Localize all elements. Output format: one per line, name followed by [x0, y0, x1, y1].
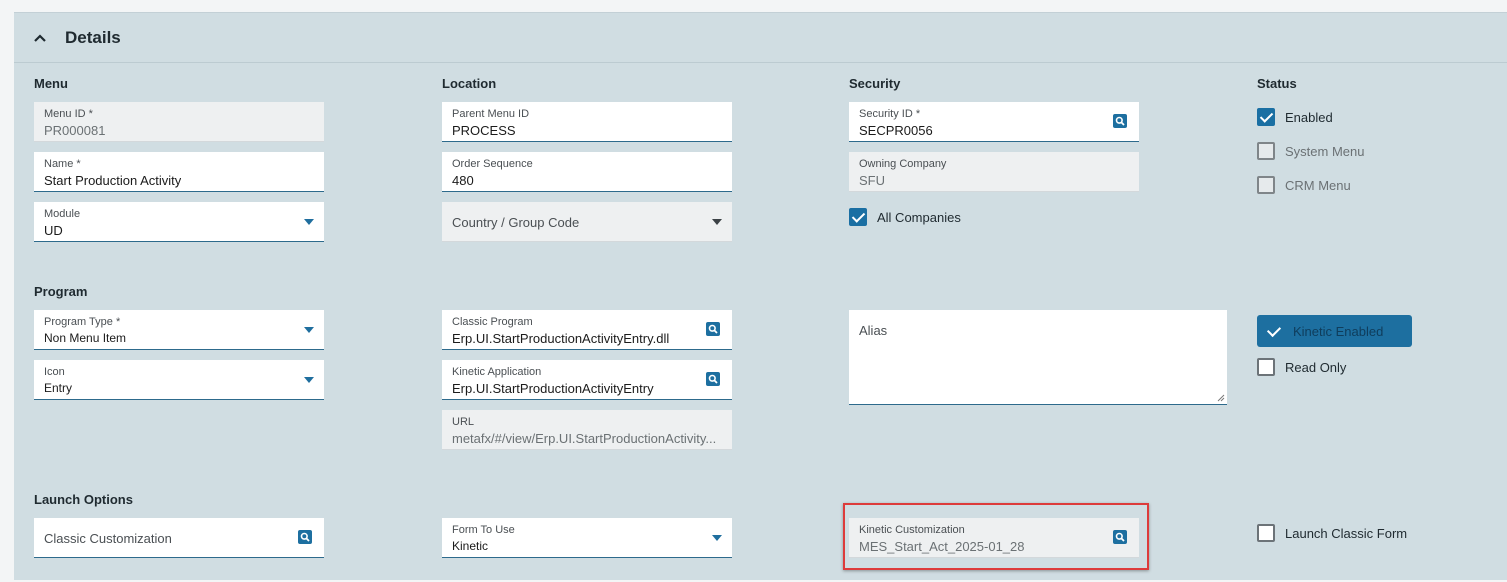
security-id-label: Security ID *: [859, 108, 921, 120]
form-to-use-value: Kinetic: [452, 539, 489, 553]
dropdown-arrow-icon[interactable]: [712, 219, 722, 225]
url-label: URL: [452, 416, 475, 428]
section-location: Location: [442, 76, 497, 91]
url-value: metafx/#/view/Erp.UI.StartProductionActi…: [452, 431, 717, 446]
name-label: Name *: [44, 158, 81, 170]
security-id-value[interactable]: SECPR0056: [859, 123, 933, 138]
launch-classic-form-label: Launch Classic Form: [1285, 525, 1408, 541]
icon-value: Entry: [44, 381, 73, 395]
read-only-checkbox-row[interactable]: Read Only: [1257, 357, 1346, 377]
order-sequence-value[interactable]: 480: [452, 173, 474, 188]
order-sequence-field[interactable]: Order Sequence 480: [442, 152, 732, 192]
parent-menu-id-field[interactable]: Parent Menu ID PROCESS: [442, 102, 732, 142]
classic-customization-field[interactable]: Classic Customization: [34, 518, 324, 558]
menu-id-value: PR000081: [44, 123, 106, 138]
icon-label: Icon: [44, 366, 65, 378]
kinetic-enabled-toggle[interactable]: Kinetic Enabled: [1257, 315, 1412, 347]
program-type-value: Non Menu Item: [44, 331, 127, 345]
search-icon[interactable]: [706, 322, 720, 336]
system-menu-checkbox-row: System Menu: [1257, 141, 1364, 161]
menu-id-label: Menu ID *: [44, 108, 93, 120]
module-dropdown[interactable]: Module UD: [34, 202, 324, 242]
crm-menu-checkbox-row: CRM Menu: [1257, 175, 1351, 195]
highlight-box: [843, 503, 1149, 570]
dropdown-arrow-icon[interactable]: [304, 327, 314, 333]
chevron-up-icon[interactable]: [32, 30, 48, 46]
search-icon[interactable]: [706, 372, 720, 386]
classic-program-value[interactable]: Erp.UI.StartProductionActivityEntry.dll: [452, 331, 669, 346]
form-to-use-dropdown[interactable]: Form To Use Kinetic: [442, 518, 732, 558]
crm-menu-checkbox: [1257, 176, 1275, 194]
alias-textarea[interactable]: Alias: [849, 310, 1227, 405]
checkmark-icon: [1266, 322, 1282, 337]
url-field: URL metafx/#/view/Erp.UI.StartProduction…: [442, 410, 732, 450]
parent-menu-id-value[interactable]: PROCESS: [452, 123, 516, 138]
section-program: Program: [34, 284, 88, 299]
all-companies-checkbox-row[interactable]: All Companies: [849, 207, 961, 227]
section-menu: Menu: [34, 76, 68, 91]
resize-grip-icon[interactable]: [1217, 394, 1225, 402]
search-icon[interactable]: [298, 530, 312, 544]
classic-program-field[interactable]: Classic Program Erp.UI.StartProductionAc…: [442, 310, 732, 350]
owning-company-label: Owning Company: [859, 158, 947, 170]
module-value: UD: [44, 223, 63, 238]
form-to-use-label: Form To Use: [452, 524, 515, 536]
owning-company-field: Owning Company SFU: [849, 152, 1139, 192]
program-type-dropdown[interactable]: Program Type * Non Menu Item: [34, 310, 324, 350]
read-only-checkbox[interactable]: [1257, 358, 1275, 376]
name-value[interactable]: Start Production Activity: [44, 173, 181, 188]
section-status: Status: [1257, 76, 1297, 91]
owning-company-value: SFU: [859, 173, 885, 188]
icon-dropdown[interactable]: Icon Entry: [34, 360, 324, 400]
section-security: Security: [849, 76, 901, 91]
crm-menu-label: CRM Menu: [1285, 177, 1351, 193]
country-group-code-dropdown[interactable]: Country / Group Code: [442, 202, 732, 242]
country-group-code-placeholder: Country / Group Code: [452, 215, 580, 230]
search-icon[interactable]: [1113, 114, 1127, 128]
kinetic-application-label: Kinetic Application: [452, 366, 542, 378]
section-launch-options: Launch Options: [34, 492, 133, 507]
read-only-label: Read Only: [1285, 359, 1347, 375]
all-companies-label: All Companies: [877, 209, 961, 225]
security-id-field[interactable]: Security ID * SECPR0056: [849, 102, 1139, 142]
all-companies-checkbox[interactable]: [849, 208, 867, 226]
order-sequence-label: Order Sequence: [452, 158, 533, 170]
enabled-checkbox[interactable]: [1257, 108, 1275, 126]
kinetic-application-field[interactable]: Kinetic Application Erp.UI.StartProducti…: [442, 360, 732, 400]
kinetic-application-value[interactable]: Erp.UI.StartProductionActivityEntry: [452, 381, 654, 396]
details-header[interactable]: Details: [14, 13, 1507, 63]
kinetic-enabled-label: Kinetic Enabled: [1293, 323, 1384, 339]
details-panel: Details: [14, 12, 1507, 580]
launch-classic-form-checkbox-row[interactable]: Launch Classic Form: [1257, 523, 1407, 543]
module-label: Module: [44, 208, 81, 220]
enabled-checkbox-row[interactable]: Enabled: [1257, 107, 1333, 127]
dropdown-arrow-icon[interactable]: [304, 219, 314, 225]
system-menu-label: System Menu: [1285, 143, 1365, 159]
name-field[interactable]: Name * Start Production Activity: [34, 152, 324, 192]
launch-classic-form-checkbox[interactable]: [1257, 524, 1275, 542]
classic-program-label: Classic Program: [452, 316, 533, 328]
menu-id-field: Menu ID * PR000081: [34, 102, 324, 142]
parent-menu-id-label: Parent Menu ID: [452, 108, 530, 120]
details-title: Details: [65, 28, 121, 47]
classic-customization-placeholder: Classic Customization: [44, 531, 172, 546]
alias-placeholder: Alias: [859, 323, 888, 338]
dropdown-arrow-icon[interactable]: [304, 377, 314, 383]
dropdown-arrow-icon[interactable]: [712, 535, 722, 541]
system-menu-checkbox: [1257, 142, 1275, 160]
enabled-label: Enabled: [1285, 109, 1333, 125]
program-type-label: Program Type *: [44, 316, 121, 328]
